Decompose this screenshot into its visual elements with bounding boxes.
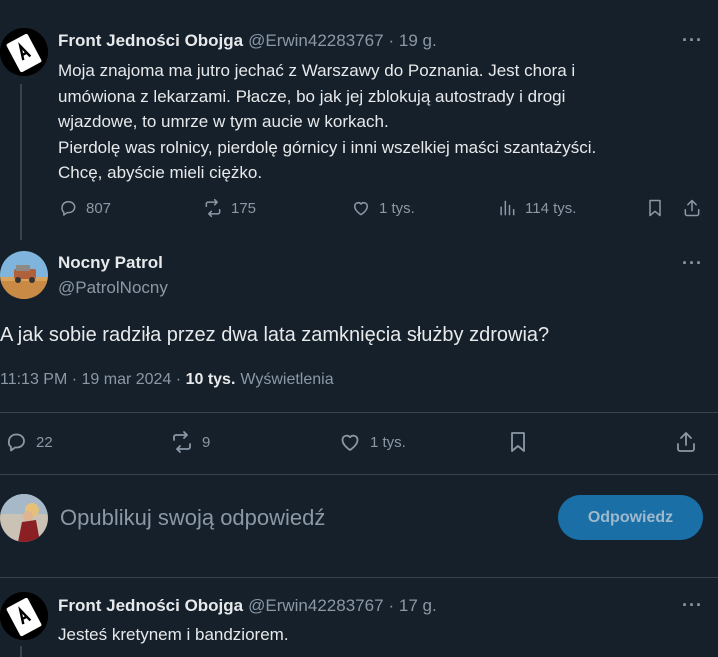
ace-of-spades-avatar-icon xyxy=(0,592,48,640)
views-button[interactable]: 114 tys. xyxy=(497,198,576,218)
tweet-text: Moja znajoma ma jutro jechać z Warszawy … xyxy=(58,61,597,183)
repost-count: 9 xyxy=(202,433,211,451)
repost-icon xyxy=(205,198,221,218)
bookmark-button[interactable] xyxy=(645,198,665,218)
tweet-time[interactable]: · 19 g. xyxy=(389,31,437,51)
author-handle[interactable]: @PatrolNocny xyxy=(58,278,168,298)
more-options-icon[interactable]: ··· xyxy=(682,595,703,616)
more-options-icon[interactable]: ··· xyxy=(682,30,703,51)
avatar[interactable] xyxy=(0,251,48,299)
bookmark-icon xyxy=(649,199,661,217)
reply-button[interactable]: 807 xyxy=(58,198,111,218)
author-handle[interactable]: @Erwin42283767 xyxy=(248,596,383,616)
heart-icon xyxy=(341,434,359,451)
like-count: 1 tys. xyxy=(370,433,406,451)
reply-count: 22 xyxy=(36,433,53,451)
author-handle[interactable]: @Erwin42283767 xyxy=(248,31,383,51)
avatar[interactable] xyxy=(0,494,48,542)
views-count: 114 tys. xyxy=(525,199,577,217)
ace-of-spades-avatar-icon xyxy=(0,28,48,76)
heart-icon xyxy=(354,202,368,216)
tweet-actions: 22 9 1 tys. xyxy=(0,430,718,456)
divider xyxy=(0,412,718,413)
author-name[interactable]: Front Jedności Obojga xyxy=(58,31,243,51)
tweet-time[interactable]: · 17 g. xyxy=(389,596,437,616)
bookmark-icon xyxy=(511,432,525,452)
share-button[interactable] xyxy=(682,198,702,218)
views-chart-icon xyxy=(500,200,515,216)
tweet-meta: 11:13 PM · 19 mar 2024 · 10 tys. Wyświetl… xyxy=(0,371,334,389)
bookmark-button[interactable] xyxy=(506,430,530,454)
tweet-text: A jak sobie radziła przez dwa lata zamkn… xyxy=(0,324,550,346)
reply-icon xyxy=(7,433,25,452)
divider xyxy=(0,474,718,475)
share-icon xyxy=(684,199,700,217)
thread-line xyxy=(20,646,22,657)
repost-icon xyxy=(173,431,191,453)
reply-icon xyxy=(61,201,76,216)
repost-button[interactable]: 175 xyxy=(203,198,256,218)
reply-count: 807 xyxy=(86,199,112,217)
avatar[interactable] xyxy=(0,28,48,76)
reply-button[interactable]: 22 xyxy=(4,430,53,454)
reply-button[interactable]: Odpowiedz xyxy=(558,495,703,540)
tweet-header: Front Jedności Obojga @Erwin42283767 · 1… xyxy=(58,596,437,616)
tweet-timestamp[interactable]: 11:13 PM · 19 mar 2024 · xyxy=(0,371,186,388)
avatar[interactable] xyxy=(0,592,48,640)
more-options-icon[interactable]: ··· xyxy=(682,253,703,274)
divider xyxy=(0,577,718,578)
thread-line xyxy=(20,84,22,240)
views-count: 10 tys. xyxy=(185,371,236,388)
share-button[interactable] xyxy=(674,430,698,454)
author-name[interactable]: Front Jedności Obojga xyxy=(58,596,243,616)
repost-button[interactable]: 9 xyxy=(170,430,210,454)
author-name[interactable]: Nocny Patrol xyxy=(58,253,163,273)
tweet-text: Jesteś kretynem i bandziorem. xyxy=(58,625,289,644)
reply-input[interactable]: Opublikuj swoją odpowiedź xyxy=(60,505,325,531)
desert-landscape-avatar-icon xyxy=(0,251,48,299)
like-count: 1 tys. xyxy=(379,199,415,217)
like-button[interactable]: 1 tys. xyxy=(338,430,406,454)
like-button[interactable]: 1 tys. xyxy=(351,198,415,218)
views-label: Wyświetlenia xyxy=(240,371,334,388)
repost-count: 175 xyxy=(231,199,257,217)
tweet-actions: 807 175 1 tys. 114 tys. xyxy=(58,198,710,222)
tweet-header: Front Jedności Obojga @Erwin42283767 · 1… xyxy=(58,31,437,51)
share-icon xyxy=(677,432,695,452)
user-avatar-icon xyxy=(0,494,48,542)
